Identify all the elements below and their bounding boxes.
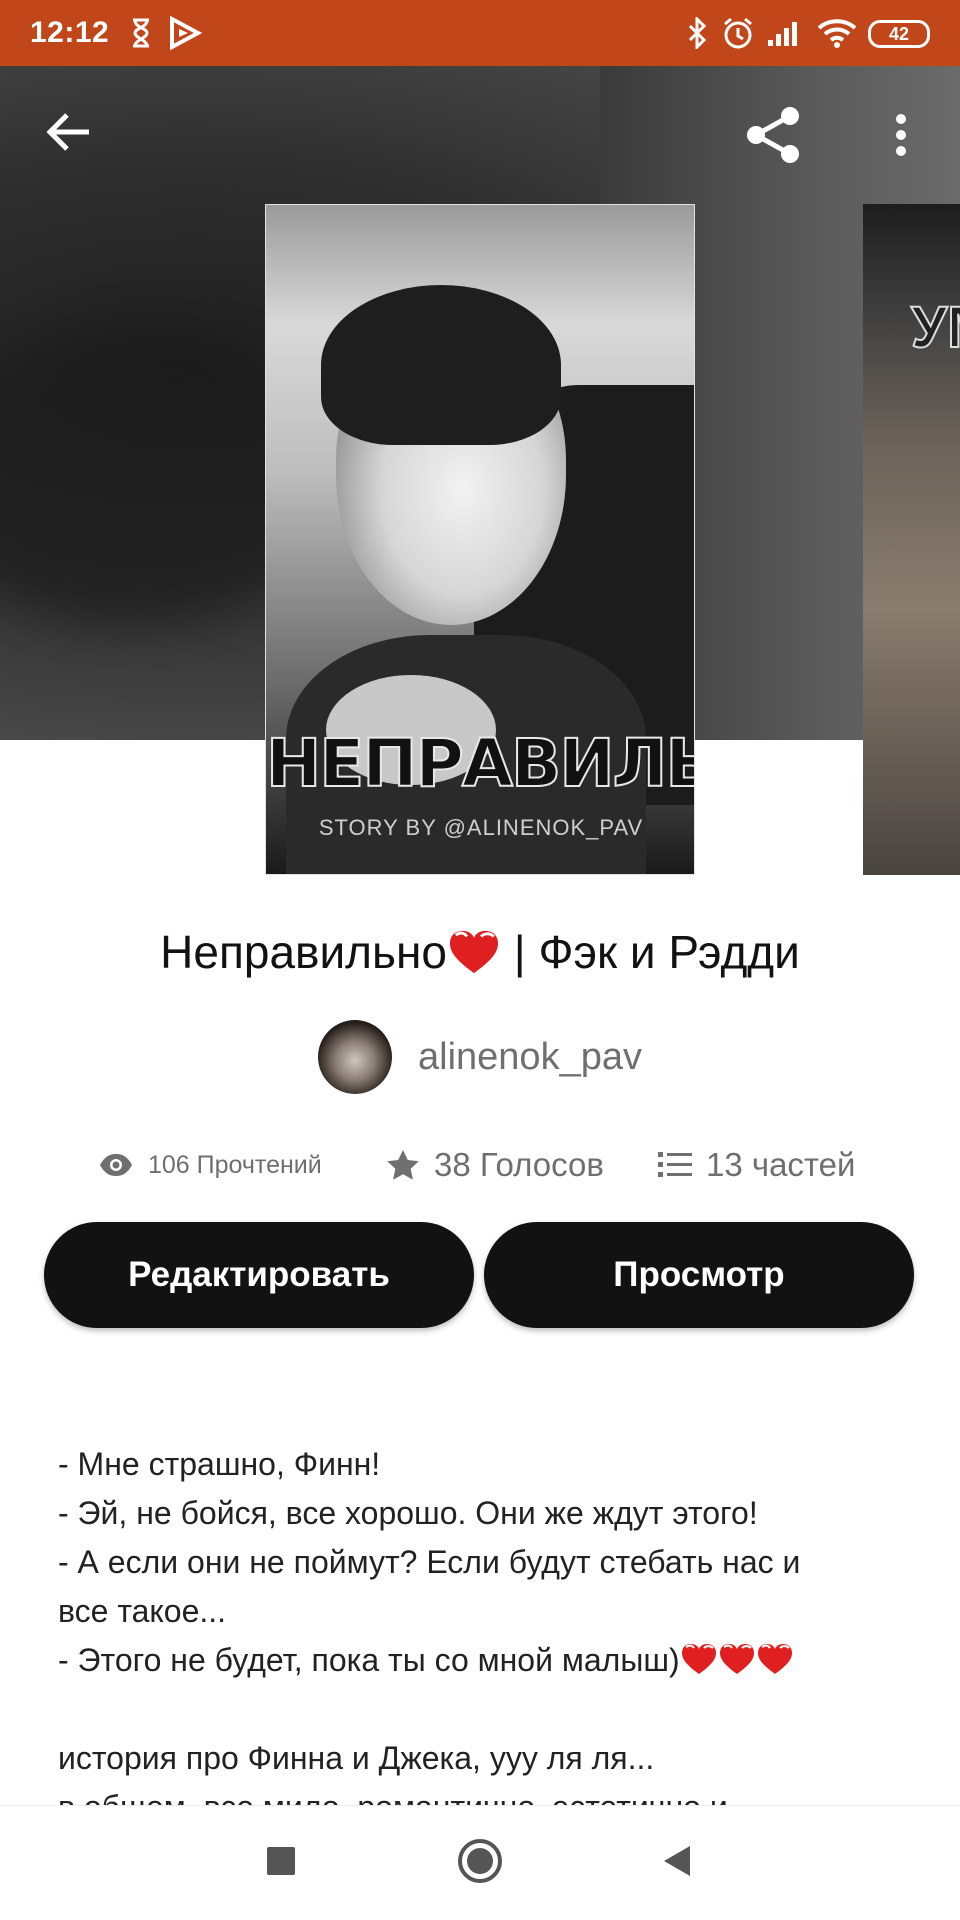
system-nav-bar [0,1805,960,1920]
description-line: в общем, все мило, романтично, эстетично… [58,1783,918,1805]
story-title-text: Неправильно [160,926,447,978]
story-title: Неправильно | Фэк и Рэдди [0,925,960,979]
cover-subtitle: STORY BY @ALINENOK_PAV [318,815,644,840]
cover-title: НЕПРАВИЛЬНО [266,724,694,803]
reads-count: 106 Прочтений [148,1150,322,1179]
next-story-cover[interactable]: УМ [863,204,960,875]
eye-icon [100,1154,132,1176]
description-spacer [58,1685,918,1734]
battery-level: 42 [888,23,910,44]
preview-button[interactable]: Просмотр [484,1222,914,1328]
status-bar: 12:12 42 [0,0,960,66]
home-button[interactable] [452,1833,508,1889]
author-row[interactable]: alinenok_pav [0,1020,960,1094]
play-icon [166,14,204,52]
share-icon [747,107,799,163]
description-line: - Этого не будет, пока ты со мной малыш) [58,1642,680,1678]
arrow-left-icon [46,113,89,151]
votes-count: 38 Голосов [434,1146,604,1183]
nav-back-button[interactable] [652,1836,702,1886]
battery-icon: 42 [868,20,930,48]
signal-icon [764,14,806,52]
next-cover-text: УМ [910,294,960,361]
description-line: - Мне страшно, Финн! [58,1446,381,1482]
story-title-suffix: | Фэк и Рэдди [513,926,800,978]
star-icon [387,1150,419,1180]
more-options-button[interactable] [876,100,926,170]
reads-stat: 106 Прочтений [98,1140,322,1190]
edit-button[interactable]: Редактировать [44,1222,474,1328]
recents-button[interactable] [256,1836,306,1886]
description-line: история про Финна и Джека, ууу ля ля... [58,1740,655,1776]
back-button[interactable] [36,100,100,164]
author-name[interactable]: alinenok_pav [418,1036,642,1079]
parts-count: 13 частей [706,1146,856,1183]
triangle-back-icon [664,1846,690,1876]
square-icon [267,1847,295,1875]
circle-icon [458,1839,502,1883]
status-time: 12:12 [30,16,110,49]
parts-stat: 13 частей [658,1140,855,1190]
description-line: все такое... [58,1593,227,1629]
hourglass-icon [128,14,154,52]
bluetooth-icon [684,14,710,52]
votes-stat: 38 Голосов [386,1140,604,1190]
description-line: - А если они не поймут? Если будут стеба… [58,1544,801,1580]
heart-icon [681,1644,716,1674]
alarm-icon [718,14,758,52]
share-button[interactable] [738,100,808,170]
heart-icon [757,1644,792,1674]
story-description: - Мне страшно, Финн! - Эй, не бойся, все… [58,1440,918,1805]
more-vertical-icon [896,114,906,156]
heart-icon [449,930,498,974]
wifi-icon [814,14,860,52]
description-line: - Эй, не бойся, все хорошо. Они же ждут … [58,1495,758,1531]
description-line-hearts: - Этого не будет, пока ты со мной малыш) [58,1636,918,1685]
heart-icon [719,1644,754,1674]
story-cover[interactable]: НЕПРАВИЛЬНО STORY BY @ALINENOK_PAV [265,204,695,875]
list-icon [658,1152,692,1177]
story-stats: 106 Прочтений 38 Голосов 13 частей [0,1140,960,1190]
avatar[interactable] [318,1020,393,1094]
